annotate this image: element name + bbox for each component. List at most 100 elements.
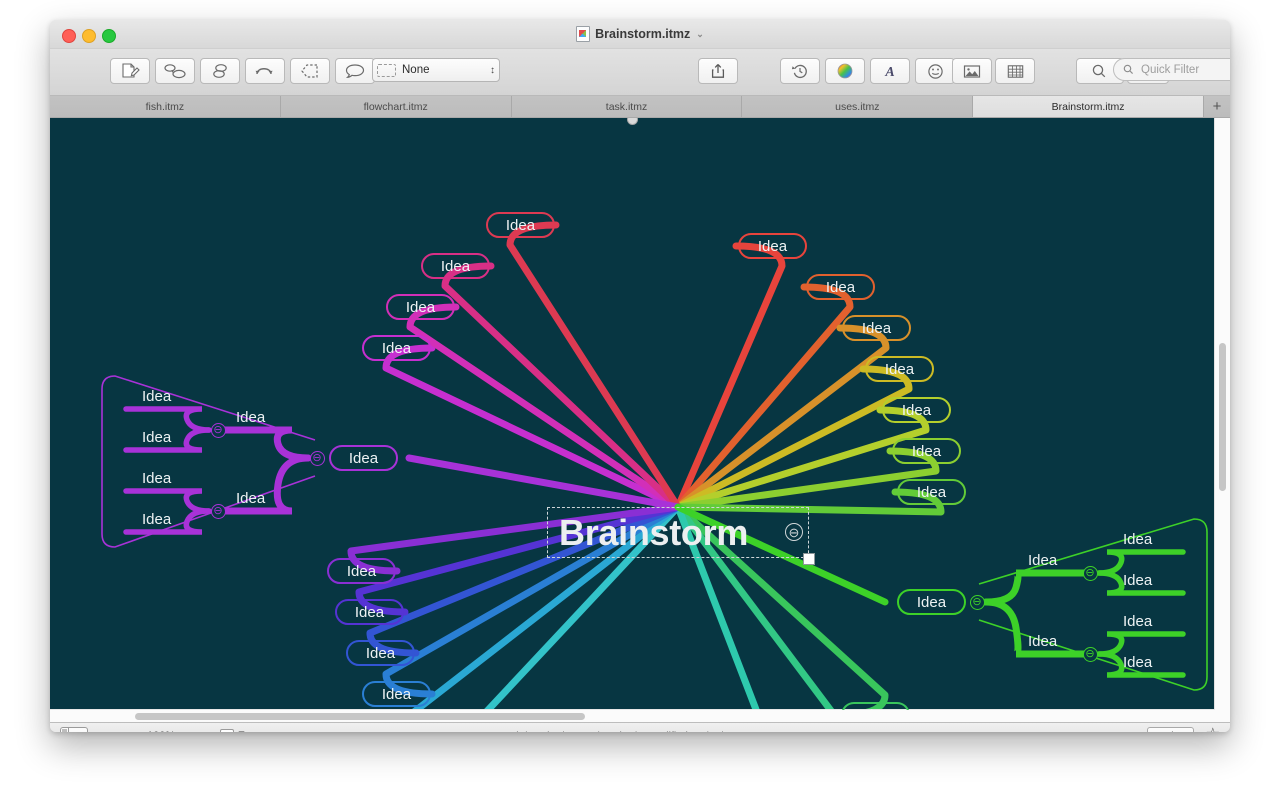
fonts-button[interactable]: A [870,58,910,84]
topic-node-spoke-1[interactable]: Idea [806,274,875,300]
tab-uses[interactable]: uses.itmz [742,96,974,117]
collapse-icon[interactable]: ⊖ [309,450,325,466]
scrollbar-corner [1215,710,1230,722]
search-icon [1123,64,1134,75]
collapse-icon[interactable]: ⊖ [210,503,226,519]
right-cluster-leaf-topic-node[interactable]: Idea [1123,655,1152,670]
boundary-style-label: None [402,64,430,76]
cluster-leaf-connector [123,406,212,433]
document-title[interactable]: Brainstorm.itmz ⌄ [50,20,1230,48]
topic-node-spoke-2[interactable]: Idea [842,315,911,341]
canvas-area: Brainstorm ⊖ Idea Idea Idea Idea Idea Idea Ide… [50,118,1230,722]
quick-filter-input[interactable] [1139,62,1230,77]
right-cluster-leaf-topic-node[interactable]: Idea [1123,532,1152,547]
collapse-icon[interactable]: ⊖ [969,594,985,610]
stepper-icon[interactable]: ↕ [490,65,495,75]
callout-bubble-icon [345,64,365,79]
boundary-style-select[interactable]: None ↕ [372,58,500,82]
image-icon [963,64,981,78]
document-title-text: Brainstorm.itmz [595,27,691,41]
chevron-down-icon[interactable]: ⌄ [696,29,704,40]
topic-node-spoke-3[interactable]: Idea [865,356,934,382]
new-sibling-topic-icon [164,64,186,79]
topic-node-spoke-17[interactable]: Idea [386,294,455,320]
boundary-outline[interactable] [978,518,1208,691]
table-button[interactable] [995,58,1035,84]
collapse-icon[interactable]: ⊖ [1082,565,1098,581]
left-cluster-leaf-topic-node[interactable]: Idea [142,471,171,486]
new-subtopic-button[interactable] [200,58,240,84]
history-icon [791,64,807,79]
topic-node-spoke-14[interactable]: Idea [335,599,404,625]
topic-node-spoke-18[interactable]: Idea [421,253,490,279]
topic-node-spoke-7[interactable]: Idea [841,702,910,710]
collapse-icon[interactable]: ⊖ [210,422,226,438]
topic-node-spoke-15[interactable]: Idea [327,558,396,584]
tab-brainstorm[interactable]: Brainstorm.itmz [973,96,1204,117]
mindmap-canvas[interactable]: Brainstorm ⊖ Idea Idea Idea Idea Idea Idea Ide… [50,118,1215,710]
topic-node-spoke-5[interactable]: Idea [892,438,961,464]
left-cluster-main-topic-node[interactable]: Idea [329,445,398,471]
topic-node-spoke-19[interactable]: Idea [486,212,555,238]
vertical-scroll-thumb[interactable] [1219,343,1226,491]
right-cluster-main-topic-node[interactable]: Idea [897,589,966,615]
boundary-swatch-icon [377,63,396,77]
connector-layer [101,221,1208,710]
left-cluster-leaf-topic-node[interactable]: Idea [142,512,171,527]
horizontal-scroll-thumb[interactable] [135,713,585,720]
left-cluster-sub-topic-node-1[interactable]: Idea [236,491,265,506]
topic-node-spoke-6[interactable]: Idea [897,479,966,505]
new-callout-button[interactable] [335,58,375,84]
media-button[interactable] [952,58,992,84]
favorite-star-icon[interactable]: ☆ [1206,726,1220,732]
new-topic-button[interactable] [110,58,150,84]
share-button[interactable] [698,58,738,84]
smiley-face-icon [927,63,943,79]
new-subtopic-icon [213,64,227,78]
right-cluster-sub-topic-node-1[interactable]: Idea [1028,634,1057,649]
spoke-connector [674,365,913,511]
topic-node-spoke-0[interactable]: Idea [738,233,807,259]
new-boundary-button[interactable] [290,58,330,84]
document-tab-bar: fish.itmz flowchart.itmz task.itmz uses.… [50,96,1230,118]
document-icon [576,26,591,42]
root-topic-node[interactable]: Brainstorm ⊖ [547,507,815,565]
history-button[interactable] [780,58,820,84]
colors-button[interactable] [825,58,865,84]
font-icon: A [884,65,894,79]
search-icon [1092,64,1106,78]
window-titlebar: Brainstorm.itmz ⌄ [50,20,1230,49]
color-wheel-icon [837,63,853,79]
tab-flowchart[interactable]: flowchart.itmz [280,96,512,117]
topic-node-spoke-13[interactable]: Idea [346,640,415,666]
topic-node-spoke-16[interactable]: Idea [362,335,431,361]
emoji-button[interactable] [915,58,955,84]
main-toolbar: None ↕ A Quick Filter [50,49,1230,96]
new-relationship-button[interactable] [245,58,285,84]
quick-filter-field[interactable] [1113,58,1230,81]
styles-button[interactable]: Styles [1146,727,1194,732]
resize-handle[interactable] [803,553,815,565]
right-cluster-sub-topic-node-0[interactable]: Idea [1028,553,1057,568]
add-tab-button[interactable]: + [1203,96,1230,117]
vertical-scrollbar[interactable] [1214,118,1230,710]
topic-node-spoke-4[interactable]: Idea [882,397,951,423]
boundary-outline[interactable] [101,375,316,548]
left-cluster-leaf-topic-node[interactable]: Idea [142,430,171,445]
left-cluster-sub-topic-node-0[interactable]: Idea [236,410,265,425]
collapse-icon[interactable]: ⊖ [785,523,803,541]
svg-text:A: A [884,65,894,79]
tab-task[interactable]: task.itmz [511,96,743,117]
cluster-leaf-connector [123,488,212,514]
left-cluster-leaf-topic-node[interactable]: Idea [142,389,171,404]
tab-fish[interactable]: fish.itmz [50,96,281,117]
root-topic-label: Brainstorm [559,511,749,553]
new-sibling-topic-button[interactable] [155,58,195,84]
spoke-connector [406,303,682,511]
horizontal-scrollbar[interactable] [50,709,1215,722]
topic-node-spoke-12[interactable]: Idea [362,681,431,707]
collapse-icon[interactable]: ⊖ [1082,646,1098,662]
right-cluster-leaf-topic-node[interactable]: Idea [1123,573,1152,588]
new-topic-icon [122,63,140,78]
right-cluster-leaf-topic-node[interactable]: Idea [1123,614,1152,629]
